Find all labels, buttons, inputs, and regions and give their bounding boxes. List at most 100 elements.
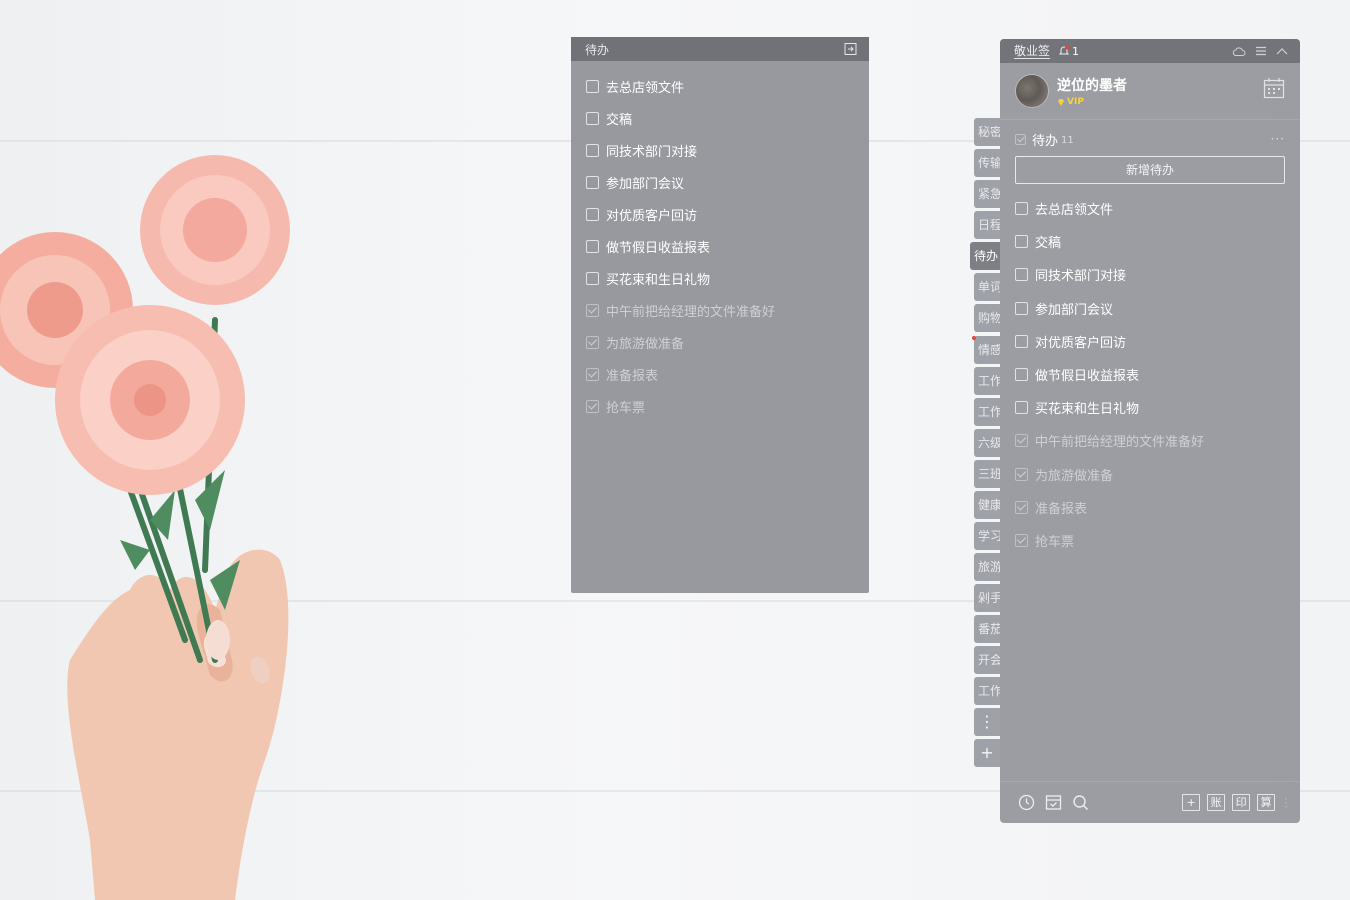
clock-icon[interactable] xyxy=(1018,794,1035,811)
todo-text: 做节假日收益报表 xyxy=(606,240,711,256)
add-todo-button[interactable]: 新增待办 xyxy=(1015,156,1285,184)
todo-item-done[interactable]: 抢车票 xyxy=(571,390,869,422)
todo-item[interactable]: 对优质客户回访 xyxy=(1000,325,1300,358)
exit-icon[interactable] xyxy=(844,43,857,55)
notification[interactable]: 1 xyxy=(1058,45,1079,58)
tab-category[interactable]: 工作 xyxy=(974,398,1000,426)
tab-category[interactable]: 日程 xyxy=(974,211,1000,239)
tab-category[interactable]: 旅游 xyxy=(974,553,1000,581)
todo-item-done[interactable]: 抢车票 xyxy=(1000,524,1300,557)
tab-category-active[interactable]: 待办 xyxy=(970,242,1000,270)
todo-item-done[interactable]: 为旅游做准备 xyxy=(1000,458,1300,491)
todo-item[interactable]: 买花束和生日礼物 xyxy=(1000,391,1300,424)
todo-item[interactable]: 交稿 xyxy=(571,102,869,134)
add-tab-icon[interactable]: + xyxy=(974,739,1000,767)
todo-item-done[interactable]: 为旅游做准备 xyxy=(571,326,869,358)
todo-item[interactable]: 参加部门会议 xyxy=(1000,292,1300,325)
tab-category[interactable]: 六级 xyxy=(974,429,1000,457)
print-button[interactable]: 印 xyxy=(1232,794,1251,811)
tab-category[interactable]: 健康 xyxy=(974,491,1000,519)
avatar[interactable] xyxy=(1015,74,1049,108)
todo-section-header[interactable]: 待办 11 ··· xyxy=(1000,124,1300,154)
todo-item[interactable]: 同技术部门对接 xyxy=(571,134,869,166)
tab-category[interactable]: 剁手 xyxy=(974,584,1000,612)
todo-text: 中午前把给经理的文件准备好 xyxy=(606,304,776,320)
note-header[interactable]: 待办 xyxy=(571,37,869,61)
todo-text: 买花束和生日礼物 xyxy=(1035,402,1140,418)
add-note-button[interactable]: + xyxy=(1182,794,1201,811)
note-todo-list: 去总店领文件 交稿 同技术部门对接 参加部门会议 对优质客户回访 做节假日收益报… xyxy=(571,61,869,422)
checked-checkbox-icon[interactable] xyxy=(586,367,599,381)
todo-item[interactable]: 去总店领文件 xyxy=(571,70,869,102)
tab-category[interactable]: 番茄 xyxy=(974,615,1000,643)
checkbox-icon[interactable] xyxy=(1015,334,1028,348)
todo-text: 参加部门会议 xyxy=(606,176,685,192)
checked-checkbox-icon[interactable] xyxy=(1015,434,1028,448)
tab-category[interactable]: 开会 xyxy=(974,646,1000,674)
todo-item-done[interactable]: 中午前把给经理的文件准备好 xyxy=(571,294,869,326)
checked-checkbox-icon[interactable] xyxy=(586,303,599,317)
todo-text: 交稿 xyxy=(606,112,633,128)
tab-category[interactable]: 购物 xyxy=(974,304,1000,332)
more-options-icon[interactable]: ··· xyxy=(1271,132,1285,146)
tab-category[interactable]: 紧急 xyxy=(974,180,1000,208)
todo-item-done[interactable]: 准备报表 xyxy=(571,358,869,390)
checkbox-icon[interactable] xyxy=(586,271,599,285)
checked-checkbox-icon[interactable] xyxy=(1015,533,1028,547)
collapse-up-icon[interactable] xyxy=(1276,47,1288,55)
panel-titlebar[interactable]: 敬业签 1 xyxy=(1000,39,1300,63)
panel-todo-list: 去总店领文件 交稿 同技术部门对接 参加部门会议 对优质客户回访 做节假日收益报… xyxy=(1000,192,1300,557)
todo-item-done[interactable]: 准备报表 xyxy=(1000,491,1300,524)
more-vertical-icon[interactable]: · · · xyxy=(1284,793,1288,813)
calculator-button[interactable]: 算 xyxy=(1257,794,1276,811)
checkbox-icon[interactable] xyxy=(586,175,599,189)
search-icon[interactable] xyxy=(1072,794,1089,811)
checkbox-icon[interactable] xyxy=(1015,202,1028,216)
calendar-icon[interactable] xyxy=(1263,77,1285,99)
account-book-button[interactable]: 账 xyxy=(1207,794,1226,811)
checked-checkbox-icon[interactable] xyxy=(1015,467,1028,481)
checkbox-icon[interactable] xyxy=(1015,368,1028,382)
checked-checkbox-icon[interactable] xyxy=(586,399,599,413)
todo-item[interactable]: 交稿 xyxy=(1000,225,1300,258)
floating-todo-note[interactable]: 待办 去总店领文件 交稿 同技术部门对接 参加部门会议 对优质客户回访 做节假日… xyxy=(571,37,869,593)
checkbox-icon[interactable] xyxy=(586,143,599,157)
checkbox-icon[interactable] xyxy=(586,79,599,93)
checked-checkbox-icon[interactable] xyxy=(1015,500,1028,514)
cloud-sync-icon[interactable] xyxy=(1232,46,1246,57)
tab-category[interactable]: 工作 xyxy=(974,367,1000,395)
todo-text: 买花束和生日礼物 xyxy=(606,272,711,288)
menu-icon[interactable] xyxy=(1255,46,1267,56)
todo-item[interactable]: 买花束和生日礼物 xyxy=(571,262,869,294)
user-profile[interactable]: 逆位的墨者 VIP xyxy=(1000,63,1300,119)
todo-item[interactable]: 去总店领文件 xyxy=(1000,192,1300,225)
tab-category[interactable]: 工作 xyxy=(974,677,1000,705)
todo-text: 同技术部门对接 xyxy=(606,144,698,160)
checkbox-icon[interactable] xyxy=(586,239,599,253)
todo-item[interactable]: 参加部门会议 xyxy=(571,166,869,198)
notification-count: 1 xyxy=(1072,44,1080,58)
more-tabs-icon[interactable]: ⋮ xyxy=(974,708,1000,736)
completed-box-icon[interactable] xyxy=(1045,794,1062,811)
app-name[interactable]: 敬业签 xyxy=(1014,44,1051,59)
todo-item[interactable]: 做节假日收益报表 xyxy=(571,230,869,262)
todo-item[interactable]: 同技术部门对接 xyxy=(1000,258,1300,291)
tab-category[interactable]: 单词 xyxy=(974,273,1000,301)
todo-item[interactable]: 对优质客户回访 xyxy=(571,198,869,230)
checkbox-icon[interactable] xyxy=(1015,401,1028,415)
todo-item-done[interactable]: 中午前把给经理的文件准备好 xyxy=(1000,424,1300,457)
tab-category[interactable]: 三班 xyxy=(974,460,1000,488)
checkbox-icon[interactable] xyxy=(1015,235,1028,249)
tab-category[interactable]: 传输 xyxy=(974,149,1000,177)
checkbox-icon[interactable] xyxy=(586,111,599,125)
tab-category[interactable]: 情感 xyxy=(974,336,1000,364)
checked-checkbox-icon[interactable] xyxy=(586,335,599,349)
todo-item[interactable]: 做节假日收益报表 xyxy=(1000,358,1300,391)
checkbox-icon[interactable] xyxy=(1015,268,1028,282)
tab-category[interactable]: 学习 xyxy=(974,522,1000,550)
tab-category[interactable]: 秘密 xyxy=(974,118,1000,146)
section-check-icon xyxy=(1015,133,1026,145)
checkbox-icon[interactable] xyxy=(586,207,599,221)
checkbox-icon[interactable] xyxy=(1015,301,1028,315)
todo-text: 为旅游做准备 xyxy=(606,336,685,352)
